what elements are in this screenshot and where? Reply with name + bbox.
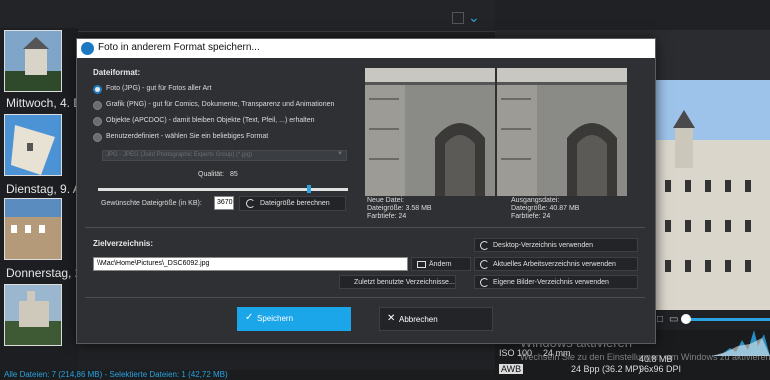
new-file-info: Neue Datei: Dateigröße: 3.58 MB Farbtief… <box>367 197 432 221</box>
source-file-heading: Ausgangsdatei: <box>511 197 560 204</box>
refresh-icon <box>480 241 489 250</box>
radio-button[interactable] <box>93 101 102 110</box>
windows-activation-text: Wechseln Sie zu den Einstellungen, um Wi… <box>520 352 770 362</box>
thumbnail-3[interactable] <box>4 198 62 260</box>
format-option-label: Grafik (PNG) - gut für Comics, Dokumente… <box>106 101 335 108</box>
quality-label-text: Qualität: <box>198 171 225 178</box>
calculate-size-label: Dateigröße berechnen <box>260 200 330 207</box>
chevron-down-icon: ▼ <box>337 151 343 157</box>
target-heading: Zielverzeichnis: <box>93 239 154 248</box>
section-divider <box>85 227 645 228</box>
quality-value: 85 <box>230 171 238 178</box>
save-as-dialog: Foto in anderem Format speichern... Date… <box>76 38 656 344</box>
working-folder-label: Aktuelles Arbeitsverzeichnis verwenden <box>493 261 616 268</box>
thumbnail-date-label: Donnerstag, 2 <box>6 266 82 280</box>
file-size-label: Gewünschte Dateigröße (in KB): <box>101 200 202 207</box>
quality-slider-handle[interactable] <box>307 185 312 193</box>
dialog-title: Foto in anderem Format speichern... <box>98 42 260 53</box>
pictures-folder-label: Eigene Bilder-Verzeichnis verwenden <box>493 279 609 286</box>
change-folder-button[interactable]: Ändern <box>411 257 471 271</box>
source-file-size: Dateigröße: 40.87 MB <box>511 205 580 212</box>
target-path-input[interactable]: \\Mac\Home\Pictures\_DSC6092.jpg <box>93 257 408 271</box>
custom-format-select[interactable]: JPG - JPEG (Joint Photographic Experts G… <box>102 150 347 161</box>
radio-button[interactable] <box>93 117 102 126</box>
custom-format-value: JPG - JPEG (Joint Photographic Experts G… <box>106 152 253 158</box>
thumbnail-4[interactable] <box>4 284 62 346</box>
dialog-titlebar[interactable]: Foto in anderem Format speichern... <box>77 39 655 58</box>
source-file-preview <box>497 68 627 196</box>
save-button[interactable]: ✓ Speichern <box>237 307 351 331</box>
source-file-depth: Farbtiefe: 24 <box>511 213 551 220</box>
dpi-value: 96x96 DPI <box>639 364 682 374</box>
section-divider <box>85 297 645 298</box>
zoom-slider-knob[interactable] <box>681 314 691 324</box>
main-photo-preview <box>655 80 770 310</box>
desktop-folder-button[interactable]: Desktop-Verzeichnis verwenden <box>474 238 638 252</box>
thumbnail-1[interactable] <box>4 30 62 92</box>
castle-photo-icon <box>5 285 61 345</box>
new-file-size: Dateigröße: 3.58 MB <box>367 205 432 212</box>
select-all-checkbox[interactable] <box>452 12 464 24</box>
change-folder-label: Ändern <box>429 261 452 268</box>
fit-window-icon[interactable]: □ <box>657 314 663 325</box>
bpp-value: 24 Bpp (36.2 MP) <box>571 364 642 374</box>
new-file-depth: Farbtiefe: 24 <box>367 213 407 220</box>
quality-label: Qualität: 85 <box>198 171 238 178</box>
recent-folders-button[interactable]: Zuletzt benutzte Verzeichnisse... <box>339 275 456 289</box>
arch-photo-icon <box>497 68 627 196</box>
radio-button[interactable] <box>93 85 102 94</box>
thumbnail-date-label: Mittwoch, 4. D <box>6 96 83 110</box>
app-logo-icon <box>81 42 94 55</box>
save-button-label: Speichern <box>257 314 294 323</box>
format-option-label: Foto (JPG) - gut für Fotos aller Art <box>106 85 212 92</box>
calculate-size-button[interactable]: Dateigröße berechnen <box>239 196 346 211</box>
refresh-icon <box>246 199 255 208</box>
format-option-label: Objekte (APCDOC) - damit bleiben Objekte… <box>106 117 315 124</box>
thumbnail-column: Mittwoch, 4. D Dienstag, 9. A Donnerstag… <box>0 28 82 380</box>
status-text: Alle Dateien: 7 (214,86 MB) - Selektiert… <box>4 370 228 379</box>
thumbnail-date-label: Dienstag, 9. A <box>6 182 81 196</box>
chevron-down-icon[interactable]: ⌄ <box>468 9 480 26</box>
tower-photo-icon <box>5 115 61 175</box>
cancel-button-label: Abbrechen <box>399 315 438 324</box>
thumbnail-2[interactable] <box>4 114 62 176</box>
format-heading: Dateiformat: <box>93 68 141 77</box>
refresh-icon <box>480 278 489 287</box>
cancel-button[interactable]: ✕ Abbrechen <box>379 307 493 331</box>
radio-button[interactable] <box>93 133 102 142</box>
working-folder-button[interactable]: Aktuelles Arbeitsverzeichnis verwenden <box>474 257 638 271</box>
format-option-label: Benutzerdefiniert - wählen Sie ein belie… <box>106 133 269 140</box>
recent-folders-label: Zuletzt benutzte Verzeichnisse... <box>354 279 455 286</box>
new-file-preview <box>365 68 495 196</box>
status-bar: Alle Dateien: 7 (214,86 MB) - Selektiert… <box>0 370 495 380</box>
check-icon: ✓ <box>245 312 254 323</box>
close-icon: ✕ <box>387 313 396 324</box>
building-photo-icon <box>5 199 61 259</box>
zoom-slider-track[interactable] <box>684 318 770 321</box>
new-file-heading: Neue Datei: <box>367 197 404 204</box>
file-size-input[interactable]: 3670 <box>214 196 234 210</box>
refresh-icon <box>480 260 489 269</box>
arch-photo-icon <box>365 68 495 196</box>
folder-icon <box>417 261 426 268</box>
castle-photo-icon <box>5 31 61 91</box>
desktop-folder-label: Desktop-Verzeichnis verwenden <box>493 242 593 249</box>
source-file-info: Ausgangsdatei: Dateigröße: 40.87 MB Farb… <box>511 197 579 221</box>
monitor-icon[interactable]: ▭ <box>669 314 678 325</box>
awb-badge: AWB <box>499 364 524 374</box>
pictures-folder-button[interactable]: Eigene Bilder-Verzeichnis verwenden <box>474 275 638 289</box>
target-path-value: \\Mac\Home\Pictures\_DSC6092.jpg <box>97 260 210 267</box>
